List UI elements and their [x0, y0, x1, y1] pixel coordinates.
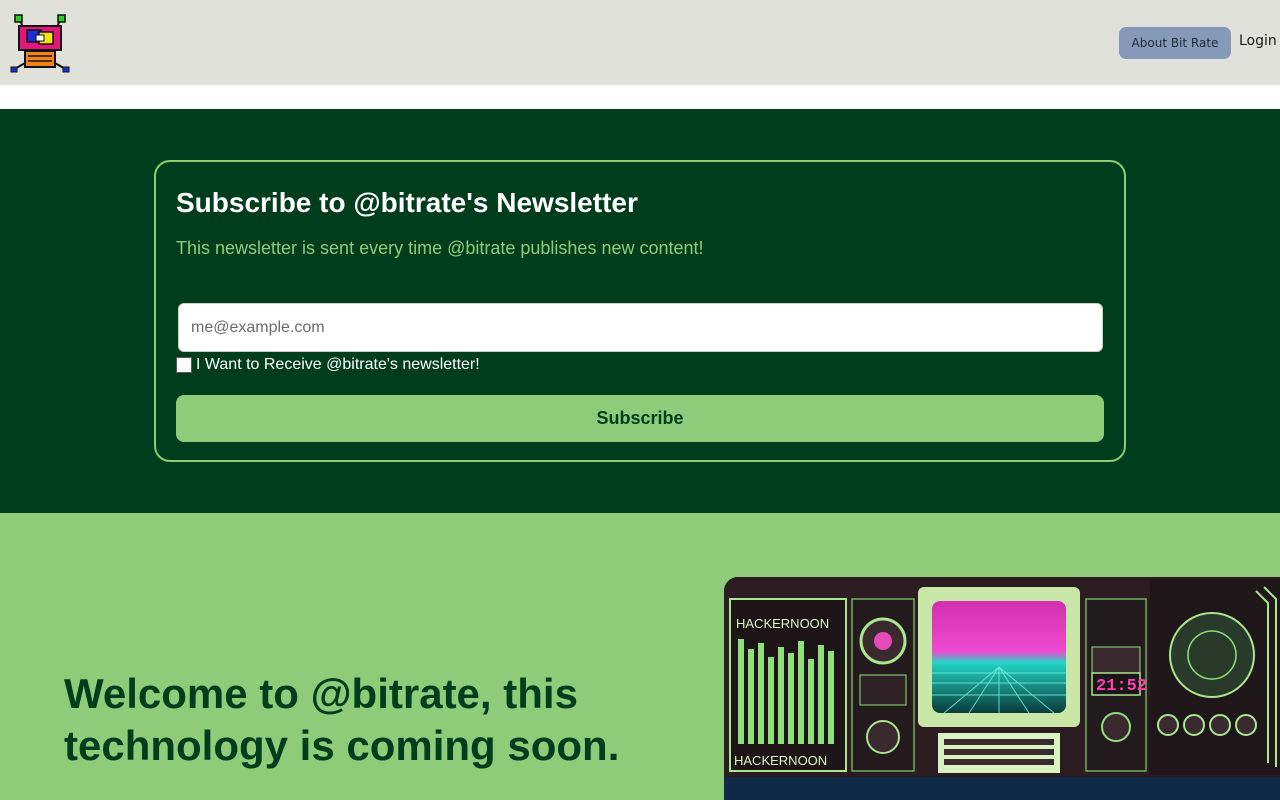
- newsletter-consent-checkbox[interactable]: [176, 357, 192, 373]
- email-input[interactable]: [178, 303, 1103, 352]
- subscribe-button[interactable]: Subscribe: [176, 395, 1104, 442]
- newsletter-subtitle: This newsletter is sent every time @bitr…: [176, 238, 704, 258]
- top-navigation-bar: About Bit Rate Login: [0, 0, 1280, 85]
- newsletter-title: Subscribe to @bitrate's Newsletter: [176, 187, 638, 218]
- newsletter-consent-row: I Want to Receive @bitrate's newsletter!: [176, 356, 480, 374]
- image-brand-top: HACKERNOON: [736, 616, 829, 631]
- newsletter-section: Subscribe to @bitrate's Newsletter This …: [0, 109, 1280, 513]
- login-link[interactable]: Login: [1239, 33, 1277, 49]
- image-brand-bottom: HACKERNOON: [734, 753, 827, 768]
- robot-logo-icon[interactable]: [10, 13, 70, 73]
- retro-computer-illustration: HACKERNOON HACKERNOON 21:52: [724, 577, 1280, 800]
- hero-title: Welcome to @bitrate, this technology is …: [64, 670, 620, 769]
- hero-section: Welcome to @bitrate, this technology is …: [0, 513, 1280, 800]
- about-bit-rate-button[interactable]: About Bit Rate: [1119, 27, 1231, 59]
- retro-computer-image: HACKERNOON HACKERNOON 21:52: [724, 577, 1280, 800]
- newsletter-consent-label: I Want to Receive @bitrate's newsletter!: [196, 356, 480, 373]
- image-clock: 21:52: [1096, 677, 1147, 696]
- newsletter-card: Subscribe to @bitrate's Newsletter This …: [154, 160, 1126, 462]
